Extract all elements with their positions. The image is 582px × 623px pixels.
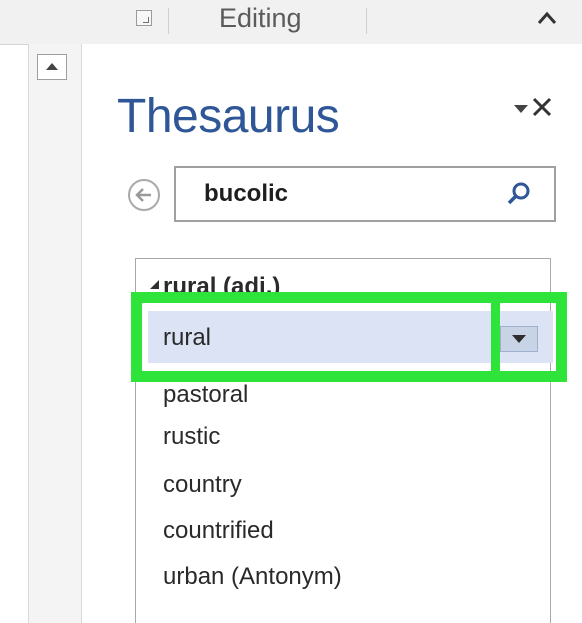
result-item[interactable]: countrified bbox=[163, 516, 274, 546]
result-item[interactable]: urban (Antonym) bbox=[163, 562, 342, 592]
chevron-up-icon[interactable] bbox=[536, 10, 558, 26]
ribbon-group-editing[interactable]: Editing bbox=[219, 2, 302, 34]
search-box[interactable] bbox=[174, 166, 556, 222]
result-item[interactable]: country bbox=[163, 470, 242, 500]
options-dropdown-icon[interactable] bbox=[514, 104, 528, 114]
document-scroll-strip bbox=[28, 44, 82, 623]
highlight-box bbox=[131, 292, 567, 382]
ribbon-separator bbox=[168, 8, 169, 34]
close-icon[interactable] bbox=[530, 95, 554, 119]
result-item[interactable]: rustic bbox=[163, 422, 220, 452]
dialog-launcher-icon[interactable] bbox=[136, 10, 152, 26]
scroll-up-button[interactable] bbox=[37, 54, 67, 80]
search-icon[interactable] bbox=[504, 180, 532, 208]
back-arrow-icon bbox=[135, 188, 151, 202]
highlight-divider bbox=[491, 303, 500, 371]
pane-title: Thesaurus bbox=[117, 90, 340, 143]
ribbon: Editing bbox=[0, 0, 582, 45]
back-button[interactable] bbox=[128, 179, 160, 211]
result-item[interactable]: pastoral bbox=[163, 380, 248, 410]
search-input[interactable] bbox=[204, 168, 504, 220]
collapse-triangle-icon[interactable] bbox=[150, 280, 159, 289]
ribbon-separator bbox=[366, 8, 367, 34]
